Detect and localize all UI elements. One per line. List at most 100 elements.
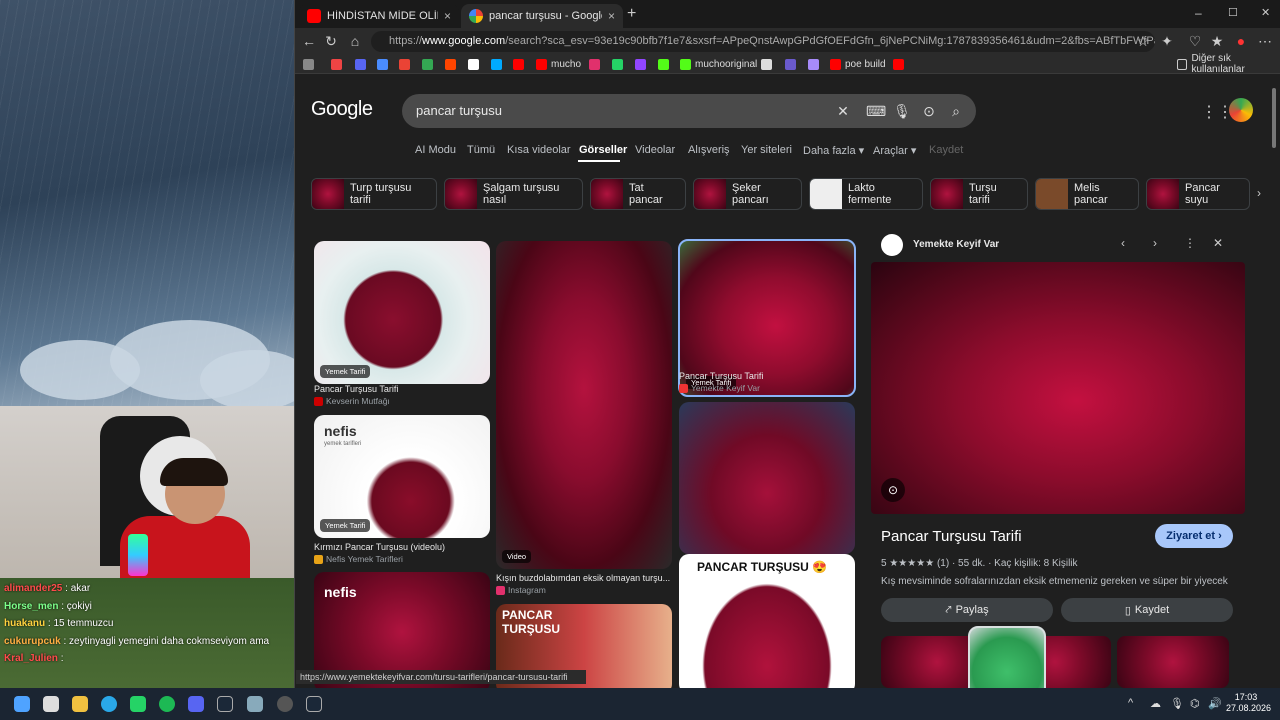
lens-icon[interactable]: ⊙ — [881, 478, 905, 502]
bookmark-item[interactable] — [785, 57, 800, 71]
browser-essentials-icon[interactable]: ♡ — [1185, 31, 1205, 51]
file-explorer-icon[interactable] — [72, 696, 88, 712]
close-icon[interactable]: ✕ — [1213, 236, 1223, 250]
result-source[interactable]: Nefis Yemek Tarifleri — [314, 554, 403, 564]
tab-more[interactable]: Daha fazla ▾ — [803, 144, 864, 157]
bookmark-item[interactable] — [399, 57, 414, 71]
result-title[interactable]: Kırmızı Pancar Turşusu (videolu) — [314, 542, 445, 552]
bookmark-item[interactable] — [303, 57, 318, 71]
bookmark-item[interactable] — [612, 57, 627, 71]
bookmark-item[interactable] — [491, 57, 506, 71]
tab-videos[interactable]: Videolar — [635, 144, 675, 156]
minimize-button[interactable]: – — [1195, 6, 1202, 20]
related-chip[interactable]: Şalgam turşusu nasıl — [444, 178, 583, 210]
scrollbar-thumb[interactable] — [1272, 88, 1276, 148]
mic-icon[interactable]: 🎙 — [893, 102, 911, 120]
clock[interactable]: 17:03 27.08.2026 — [1226, 692, 1271, 714]
panel-source[interactable]: Yemekte Keyif Var — [913, 239, 999, 250]
reload-icon[interactable]: ↻ — [321, 31, 341, 51]
result-source[interactable]: Kevserin Mutfağı — [314, 396, 390, 406]
bookmark-item[interactable] — [658, 57, 673, 71]
tab-short-videos[interactable]: Kısa videolar — [507, 144, 571, 156]
steam-icon[interactable] — [306, 696, 322, 712]
lens-icon[interactable]: ⊙ — [920, 102, 938, 120]
favorite-star-icon[interactable]: ☆ — [1133, 31, 1153, 51]
result-title[interactable]: Kışın buzdolabımdan eksik olmayan turşu.… — [496, 573, 672, 583]
save-button[interactable]: ▯ Kaydet — [1061, 598, 1233, 622]
related-chip[interactable]: Pancar suyu — [1146, 178, 1250, 210]
panel-title[interactable]: Pancar Turşusu Tarifi — [881, 528, 1022, 545]
obs-icon[interactable] — [277, 696, 293, 712]
bookmark-item[interactable] — [422, 57, 437, 71]
maximize-button[interactable]: ☐ — [1228, 6, 1238, 19]
previous-icon[interactable]: ‹ — [1121, 236, 1125, 250]
new-tab-button[interactable]: + — [627, 5, 636, 23]
tab-shopping[interactable]: Alışveriş — [688, 144, 730, 156]
profile-icon[interactable]: ● — [1231, 31, 1251, 51]
tray-chevron-icon[interactable]: ^ — [1128, 697, 1133, 709]
mic-icon[interactable]: 🎙 — [1170, 697, 1184, 710]
bookmark-item[interactable]: poe build — [830, 57, 886, 71]
tab-all[interactable]: Tümü — [467, 144, 495, 156]
bookmark-item[interactable] — [331, 57, 346, 71]
start-icon[interactable] — [14, 696, 30, 712]
keyboard-icon[interactable]: ⌨ — [866, 102, 886, 120]
search-input[interactable]: pancar turşusu — [416, 103, 502, 118]
bookmark-item[interactable] — [635, 57, 650, 71]
result-image[interactable]: Video — [496, 241, 672, 569]
close-window-button[interactable]: ✕ — [1261, 6, 1270, 19]
related-chip[interactable]: Turşu tarifi — [930, 178, 1028, 210]
steam-icon[interactable] — [217, 696, 233, 712]
result-source[interactable]: Instagram — [496, 585, 546, 595]
menu-icon[interactable]: ⋯ — [1255, 31, 1275, 51]
bookmark-item[interactable] — [893, 57, 908, 71]
panel-image[interactable]: ⊙ — [871, 262, 1245, 514]
related-chip[interactable]: Şeker pancarı — [693, 178, 802, 210]
related-chip[interactable]: Lakto fermente — [809, 178, 923, 210]
result-source[interactable]: Yemekte Keyif Var — [679, 383, 760, 393]
chevron-right-icon[interactable]: › — [1257, 186, 1261, 200]
related-thumbnail[interactable] — [1117, 636, 1229, 688]
back-icon[interactable]: ← — [299, 31, 319, 51]
bookmark-item[interactable] — [468, 57, 483, 71]
bookmark-item[interactable] — [761, 57, 776, 71]
bookmark-item[interactable] — [445, 57, 460, 71]
result-image[interactable]: PANCAR TURŞUSU 😍 — [679, 554, 855, 688]
spotify-icon[interactable] — [159, 696, 175, 712]
whatsapp-icon[interactable] — [130, 696, 146, 712]
other-bookmarks[interactable]: Diğer sık kullanılanlar — [1177, 53, 1280, 75]
avatar[interactable] — [1229, 98, 1253, 122]
tab-ai-mode[interactable]: AI Modu — [415, 144, 456, 156]
home-icon[interactable]: ⌂ — [345, 31, 365, 51]
volume-icon[interactable]: 🔊 — [1208, 697, 1222, 710]
close-tab-icon[interactable]: × — [444, 9, 451, 23]
search-icon[interactable]: ⌕ — [947, 102, 965, 120]
next-icon[interactable]: › — [1153, 236, 1157, 250]
search-box[interactable]: pancar turşusu ✕ ⌨ 🎙 ⊙ ⌕ — [402, 94, 976, 128]
tab-places[interactable]: Yer siteleri — [741, 144, 792, 156]
visit-button[interactable]: Ziyaret et › — [1155, 524, 1233, 548]
result-image[interactable] — [679, 402, 855, 554]
close-tab-icon[interactable]: × — [608, 9, 615, 23]
discord-icon[interactable] — [188, 696, 204, 712]
tab-hindistan[interactable]: HİNDİSTAN MİDE OLİMPİYATLARI × — [299, 4, 459, 28]
app-icon[interactable] — [247, 696, 263, 712]
result-image[interactable]: Yemek Tarifi — [314, 241, 490, 384]
result-title[interactable]: Pancar Turşusu Tarifi — [679, 371, 763, 381]
bookmark-item[interactable] — [377, 57, 392, 71]
bookmark-item[interactable]: mucho — [536, 57, 581, 71]
extensions-icon[interactable]: ✦ — [1157, 31, 1177, 51]
clear-icon[interactable]: ✕ — [834, 102, 852, 120]
tab-images[interactable]: Görseller — [579, 144, 627, 156]
related-chip[interactable]: Turp turşusu tarifi — [311, 178, 437, 210]
bookmark-item[interactable] — [513, 57, 528, 71]
tab-google-search[interactable]: pancar turşusu - Google'da Ara × — [461, 4, 623, 28]
edge-icon[interactable] — [101, 696, 117, 712]
result-image[interactable]: nefis yemek tarifleri Yemek Tarifi — [314, 415, 490, 538]
tab-tools[interactable]: Araçlar ▾ — [873, 144, 916, 157]
share-button[interactable]: ⤤ Paylaş — [881, 598, 1053, 622]
task-view-icon[interactable] — [43, 696, 59, 712]
bookmark-item[interactable] — [808, 57, 823, 71]
cloud-icon[interactable]: ☁ — [1150, 697, 1161, 710]
related-chip[interactable]: Melis pancar — [1035, 178, 1139, 210]
